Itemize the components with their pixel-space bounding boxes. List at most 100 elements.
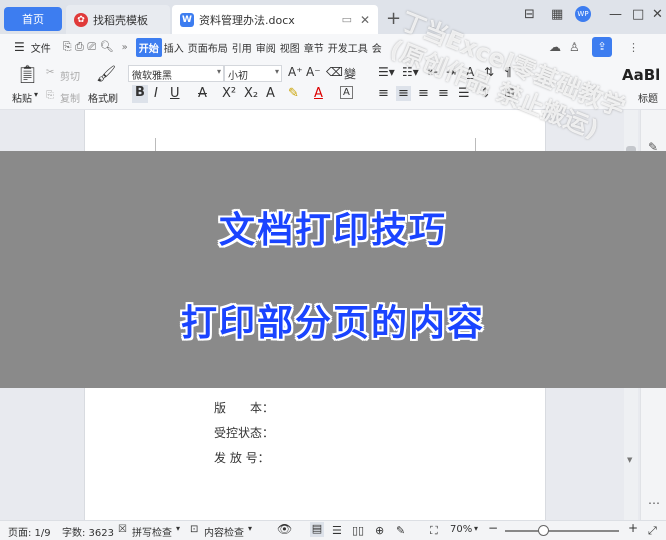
- tab-document[interactable]: W 资料管理办法.docx ▭ ✕: [172, 5, 378, 34]
- font-color-button[interactable]: A: [314, 86, 323, 101]
- underline-button[interactable]: U: [170, 86, 180, 101]
- copy-icon[interactable]: ⎘: [46, 90, 54, 101]
- paste-icon[interactable]: 📋︎: [16, 64, 39, 85]
- wps-writer-icon: W: [180, 12, 194, 27]
- avatar[interactable]: WP: [575, 6, 591, 22]
- menu-home[interactable]: 开始: [135, 37, 162, 57]
- zoom-out-icon[interactable]: −: [488, 521, 498, 535]
- sort-icon[interactable]: ⇅: [484, 65, 494, 79]
- format-painter-button[interactable]: 格式刷: [88, 90, 118, 105]
- chevron-down-icon[interactable]: ▾: [248, 524, 252, 533]
- quick-access-icons[interactable]: ⎘ ⎙ ⎚ 🔍︎: [63, 40, 114, 54]
- text-effect-button[interactable]: A: [266, 86, 275, 101]
- eye-icon[interactable]: 👁︎: [277, 522, 292, 536]
- align-right-icon[interactable]: ≡: [418, 86, 429, 101]
- cut-button[interactable]: 剪切: [60, 68, 80, 83]
- grow-font-icon[interactable]: A⁺: [288, 65, 303, 79]
- menu-file[interactable]: 文件: [29, 40, 53, 55]
- chevron-down-icon: ▾: [274, 67, 279, 76]
- chevron-down-icon[interactable]: ▾: [474, 524, 478, 533]
- fit-page-icon[interactable]: ⛶: [430, 524, 438, 538]
- close-tab-icon[interactable]: ✕: [360, 13, 370, 27]
- minimize-icon[interactable]: —: [609, 7, 622, 22]
- web-view-icon[interactable]: ⊕: [375, 524, 384, 537]
- hamburger-icon[interactable]: ☰: [14, 40, 25, 54]
- shrink-font-icon[interactable]: A⁻: [306, 65, 321, 79]
- margin-mark: [155, 138, 156, 152]
- tab-home[interactable]: 首页: [4, 7, 62, 31]
- bullet-list-icon[interactable]: ☰▾: [378, 65, 395, 79]
- layout-icon[interactable]: ⊟: [524, 7, 535, 22]
- title-banner: 文档打印技巧 打印部分页的内容: [0, 151, 666, 388]
- reading-view-icon[interactable]: ▯▯: [352, 524, 364, 537]
- distributed-icon[interactable]: ☰: [458, 86, 470, 101]
- screen-icon[interactable]: ▭: [342, 13, 352, 26]
- fullscreen-icon[interactable]: ⤢: [648, 524, 657, 538]
- chevron-down-icon[interactable]: ▾: [176, 524, 180, 533]
- word-count[interactable]: 字数: 3623: [62, 524, 114, 539]
- menu-developer[interactable]: 开发工具: [326, 40, 370, 55]
- menu-more[interactable]: 会: [370, 40, 384, 55]
- paste-button[interactable]: 粘贴: [12, 90, 32, 105]
- window-close-icon[interactable]: ✕: [652, 7, 663, 22]
- subscript-button[interactable]: X₂: [244, 86, 258, 101]
- font-name-select[interactable]: 微软雅黑 ▾: [128, 65, 224, 82]
- menu-section[interactable]: 章节: [302, 40, 326, 55]
- spell-check-button[interactable]: 拼写检查: [132, 524, 172, 539]
- more-options-icon[interactable]: ⋮: [628, 41, 639, 54]
- superscript-button[interactable]: X²: [222, 86, 236, 101]
- numbered-list-icon[interactable]: ☷▾: [402, 65, 419, 79]
- content-check-icon[interactable]: ⊡: [190, 524, 198, 535]
- phonetic-icon[interactable]: 變: [344, 65, 356, 82]
- align-left-icon[interactable]: ≡: [378, 86, 389, 101]
- spell-check-icon[interactable]: ☒: [118, 524, 127, 535]
- write-view-icon[interactable]: ✎: [396, 524, 405, 537]
- char-border-button[interactable]: A: [340, 86, 353, 99]
- more-dots-icon[interactable]: ⋯: [648, 496, 660, 510]
- paste-dropdown-icon[interactable]: ▾: [34, 90, 38, 99]
- menu-page-layout[interactable]: 页面布局: [186, 40, 230, 55]
- outline-view-icon[interactable]: ☰: [332, 524, 342, 537]
- align-center-icon[interactable]: ≡: [396, 86, 411, 101]
- maximize-icon[interactable]: □: [632, 7, 644, 22]
- menu-insert[interactable]: 插入: [162, 40, 186, 55]
- strikethrough-button[interactable]: A: [198, 86, 207, 101]
- bold-button[interactable]: B: [132, 85, 148, 103]
- new-tab-icon[interactable]: +: [386, 8, 401, 29]
- style-preview[interactable]: AaBl: [622, 66, 660, 84]
- content-check-button[interactable]: 内容检查: [204, 524, 244, 539]
- justify-icon[interactable]: ≡: [438, 86, 449, 101]
- clear-format-icon[interactable]: ⌫: [326, 65, 343, 79]
- share-icon[interactable]: ⇪: [592, 37, 612, 57]
- grid-icon[interactable]: ▦: [551, 7, 563, 22]
- page-indicator[interactable]: 页面: 1/9: [8, 524, 51, 539]
- font-size-value: 小初: [228, 71, 248, 82]
- highlight-icon[interactable]: ✎: [288, 86, 299, 101]
- zoom-slider[interactable]: [505, 530, 619, 532]
- page-view-icon[interactable]: ▤: [310, 522, 324, 537]
- chinese-layout-icon[interactable]: A̲: [466, 65, 474, 79]
- italic-button[interactable]: I: [154, 86, 158, 101]
- status-bar: 页面: 1/9 字数: 3623 ☒ 拼写检查 ▾ ⊡ 内容检查 ▾ 👁︎ ▤ …: [0, 520, 666, 540]
- tab-template[interactable]: ✿ 找稻壳模板: [66, 5, 170, 34]
- font-size-select[interactable]: 小初 ▾: [224, 65, 282, 82]
- zoom-in-icon[interactable]: +: [628, 521, 638, 535]
- copy-button[interactable]: 复制: [60, 90, 80, 105]
- show-marks-icon[interactable]: ¶: [504, 65, 512, 79]
- menu-review[interactable]: 审阅: [254, 40, 278, 55]
- format-painter-icon[interactable]: 🖌︎: [96, 64, 116, 83]
- cut-icon[interactable]: ✂: [46, 67, 54, 78]
- line-spacing-icon[interactable]: ↕: [480, 86, 491, 101]
- doc-line-issue-no: 发 放 号：: [214, 451, 270, 465]
- decrease-indent-icon[interactable]: ⇤: [428, 65, 438, 79]
- cloud-icon[interactable]: ☁: [549, 40, 561, 54]
- scroll-down-icon[interactable]: ▼: [627, 456, 632, 464]
- increase-indent-icon[interactable]: ⇥: [446, 65, 456, 79]
- border-icon[interactable]: ⊞: [504, 86, 515, 101]
- zoom-level[interactable]: 70%: [450, 524, 472, 535]
- menu-view[interactable]: 视图: [278, 40, 302, 55]
- zoom-slider-handle[interactable]: [538, 525, 549, 536]
- menu-references[interactable]: 引用: [230, 40, 254, 55]
- more-icon[interactable]: »: [122, 42, 128, 53]
- user-add-icon[interactable]: ♙: [569, 40, 580, 54]
